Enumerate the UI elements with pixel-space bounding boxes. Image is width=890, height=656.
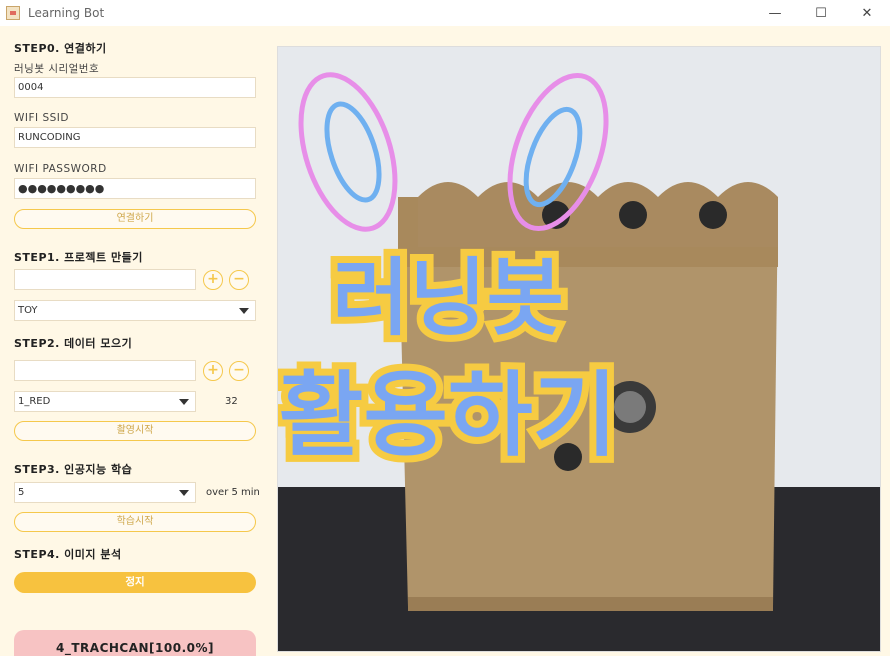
step2-title: STEP2. 데이터 모으기: [14, 337, 133, 350]
overlay-title-line1: 러닝봇: [332, 249, 564, 347]
capture-start-button[interactable]: 촬영시작: [14, 421, 256, 441]
training-time-note: over 5 min: [206, 487, 260, 498]
step3-title: STEP3. 인공지능 학습: [14, 463, 133, 476]
train-start-button[interactable]: 학습시작: [14, 512, 256, 532]
add-class-button[interactable]: +: [203, 361, 223, 381]
stop-button[interactable]: 정지: [14, 572, 256, 593]
class-select[interactable]: 1_RED: [14, 391, 196, 412]
class-name-input[interactable]: [14, 360, 196, 381]
app-icon: [6, 6, 20, 20]
overlay-title-line2: 활용하기: [279, 362, 618, 469]
close-button[interactable]: ✕: [844, 0, 890, 26]
step1-title: STEP1. 프로젝트 만들기: [14, 251, 143, 264]
ssid-label: WIFI SSID: [14, 112, 69, 124]
project-name-input[interactable]: [14, 269, 196, 290]
remove-class-button[interactable]: −: [229, 361, 249, 381]
chevron-down-icon: [179, 490, 189, 496]
epochs-select[interactable]: 5: [14, 482, 196, 503]
password-input[interactable]: ●●●●●●●●●: [14, 178, 256, 199]
serial-label: 러닝봇 시리얼번호: [14, 63, 100, 75]
epochs-select-value: 5: [18, 487, 25, 498]
window-controls: — ☐ ✕: [752, 0, 890, 26]
project-select[interactable]: TOY: [14, 300, 256, 321]
window-title: Learning Bot: [28, 6, 105, 20]
prediction-result: 4_TRACHCAN[100.0%]: [14, 630, 256, 656]
add-project-button[interactable]: +: [203, 270, 223, 290]
maximize-button[interactable]: ☐: [798, 0, 844, 26]
control-panel: STEP0. 연결하기 러닝봇 시리얼번호 0004 WIFI SSID RUN…: [0, 26, 270, 656]
serial-input[interactable]: 0004: [14, 77, 256, 98]
class-select-value: 1_RED: [18, 396, 51, 407]
chevron-down-icon: [179, 399, 189, 405]
step4-title: STEP4. 이미지 분석: [14, 548, 122, 561]
remove-project-button[interactable]: −: [229, 270, 249, 290]
chevron-down-icon: [239, 308, 249, 314]
password-label: WIFI PASSWORD: [14, 163, 107, 175]
step0-title: STEP0. 연결하기: [14, 42, 107, 55]
project-select-value: TOY: [18, 305, 38, 316]
minimize-button[interactable]: —: [752, 0, 798, 26]
title-bar: Learning Bot — ☐ ✕: [0, 0, 890, 26]
overlay-text-layer: 러닝봇 활용하기: [278, 242, 624, 476]
camera-preview: 러닝봇 활용하기: [277, 46, 881, 652]
ssid-input[interactable]: RUNCODING: [14, 127, 256, 148]
image-count: 32: [225, 396, 238, 407]
connect-button[interactable]: 연결하기: [14, 209, 256, 229]
